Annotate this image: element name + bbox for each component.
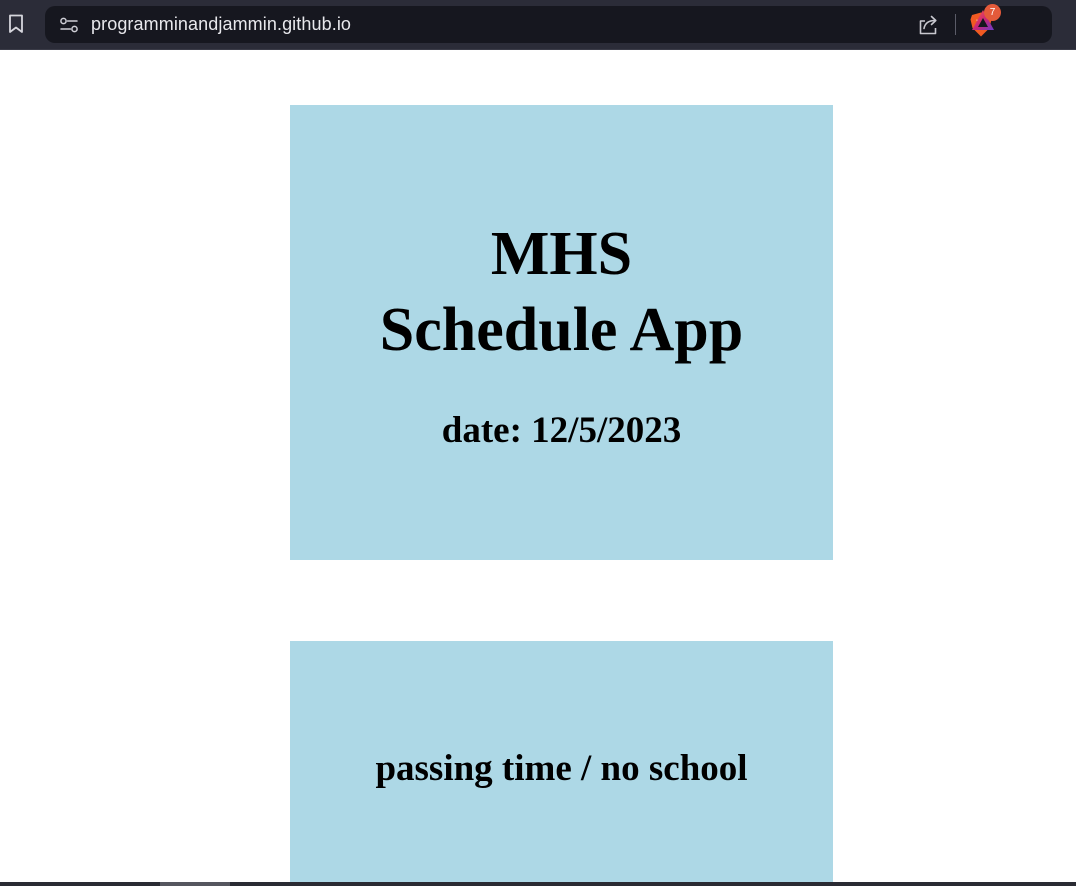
taskbar-indicator bbox=[160, 882, 230, 886]
site-settings-icon[interactable] bbox=[59, 15, 79, 35]
app-title-line-2: Schedule App bbox=[379, 296, 744, 364]
toolbar-divider bbox=[955, 14, 956, 35]
page-content: MHS Schedule App date: 12/5/2023 passing… bbox=[0, 50, 1076, 886]
app-title-line-1: MHS bbox=[490, 220, 633, 288]
browser-toolbar: programminandjammin.github.io 7 bbox=[0, 0, 1076, 50]
address-bar[interactable]: programminandjammin.github.io bbox=[45, 6, 1052, 43]
bookmark-icon[interactable] bbox=[4, 10, 28, 38]
period-card: passing time / no school bbox=[290, 641, 833, 886]
header-card: MHS Schedule App date: 12/5/2023 bbox=[290, 105, 833, 560]
window-bottom-edge bbox=[0, 882, 1076, 886]
url-text[interactable]: programminandjammin.github.io bbox=[91, 13, 351, 35]
date-label: date: 12/5/2023 bbox=[441, 410, 682, 451]
share-icon[interactable] bbox=[916, 13, 940, 37]
period-status: passing time / no school bbox=[375, 748, 748, 789]
rewards-badge: 7 bbox=[984, 4, 1001, 21]
